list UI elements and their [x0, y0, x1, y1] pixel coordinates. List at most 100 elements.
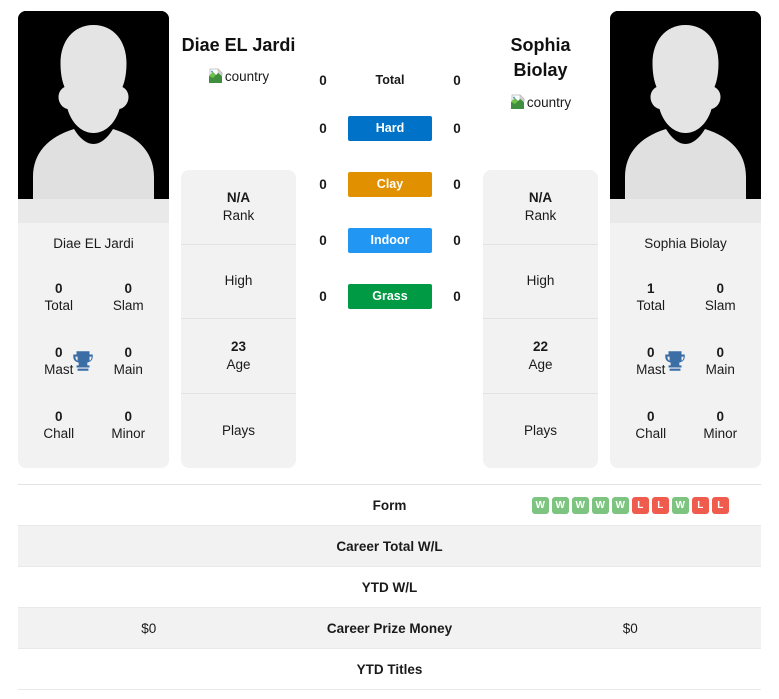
table-row-label: Form [372, 497, 407, 513]
stat-label: Main [113, 361, 143, 377]
stat-cell: 0 Chall [616, 393, 686, 457]
table-row-label: Career Total W/L [336, 538, 443, 554]
stat-value: 0 [716, 344, 724, 360]
stat-cell: 0 Mast [24, 329, 94, 393]
surface-value-right: 0 [453, 72, 461, 88]
stat-label: Total [636, 297, 666, 313]
player-photo-name-left: Diae EL Jardi [53, 236, 134, 251]
player-card-left: Diae EL Jardi 0 Total 0 Slam 0 Mast 0 Ma… [18, 11, 169, 468]
stat-cell: 0 Chall [24, 393, 94, 457]
stat-cell: 0 Minor [94, 393, 164, 457]
surface-value-left: 0 [319, 72, 327, 88]
stat-cell: 0 Slam [94, 265, 164, 329]
stat-cell: 0 Mast [616, 329, 686, 393]
form-badge-loss[interactable]: L [711, 496, 729, 514]
stat-label: Slam [704, 297, 736, 313]
surface-label-hard[interactable]: Hard [348, 115, 432, 141]
surface-row-indoor: 0 Indoor 0 [300, 212, 480, 268]
info-value: 23 [230, 338, 247, 354]
country-flag-right: country [483, 94, 598, 110]
info-row-plays: Plays [483, 394, 598, 469]
stat-value: 0 [646, 408, 655, 424]
table-row-label: YTD W/L [361, 579, 418, 595]
career-stats-table: Form W W W W W L L W L L Career Total W/L YTD W/L $0 C… [18, 484, 761, 690]
stat-cell: 1 Total [616, 265, 686, 329]
avatar-silhouette-icon [610, 11, 761, 223]
surface-comparison-list: 0 Total 0 0 Hard 0 0 Clay 0 0 Indoor 0 0 Grass 0 [300, 60, 480, 324]
surface-label-total: Total [375, 72, 405, 87]
surface-value-left: 0 [319, 288, 327, 304]
surface-row-clay: 0 Clay 0 [300, 156, 480, 212]
surface-label-clay[interactable]: Clay [348, 171, 432, 197]
form-badge-win[interactable]: W [531, 496, 549, 514]
stat-label: Total [44, 297, 74, 313]
form-badge-win[interactable]: W [611, 496, 629, 514]
info-value: N/A [528, 189, 553, 205]
surface-value-left: 0 [319, 232, 327, 248]
broken-image-icon [208, 68, 223, 83]
broken-image-icon [510, 94, 525, 109]
form-badge-win[interactable]: W [571, 496, 589, 514]
country-alt-text: country [526, 94, 572, 110]
info-row-rank: N/A Rank [483, 170, 598, 245]
form-badge-loss[interactable]: L [691, 496, 709, 514]
info-row-high: High [181, 245, 296, 319]
surface-value-right: 0 [453, 288, 461, 304]
surface-label-grass[interactable]: Grass [348, 283, 432, 309]
surface-value-right: 0 [453, 232, 461, 248]
surface-row-hard: 0 Hard 0 [300, 100, 480, 156]
form-badge-win[interactable]: W [671, 496, 689, 514]
stat-value: 0 [646, 344, 655, 360]
info-row-age: 23 Age [181, 319, 296, 394]
form-badge-loss[interactable]: L [651, 496, 669, 514]
info-label: Rank [524, 207, 557, 223]
stat-value: 1 [646, 280, 655, 296]
player-info-card-right: N/A Rank High 22 Age Plays [483, 170, 598, 468]
titles-grid-left: 0 Total 0 Slam 0 Mast 0 Main 0 Chall 0 M… [18, 265, 169, 457]
form-badge-loss[interactable]: L [631, 496, 649, 514]
surface-row-total: 0 Total 0 [300, 60, 480, 100]
info-row-rank: N/A Rank [181, 170, 296, 245]
form-badge-win[interactable]: W [551, 496, 569, 514]
stat-value: 0 [716, 408, 724, 424]
info-row-high: High [483, 245, 598, 319]
stat-value: 0 [124, 280, 132, 296]
country-flag-left: country [181, 68, 296, 84]
stat-label: Minor [703, 425, 738, 441]
info-label: Rank [222, 207, 255, 223]
info-label: Age [226, 356, 251, 372]
player-info-card-left: N/A Rank High 23 Age Plays [181, 170, 296, 468]
stat-label: Chall [635, 425, 667, 441]
stat-cell: 0 Minor [686, 393, 756, 457]
surface-value-left: 0 [319, 176, 327, 192]
surface-row-grass: 0 Grass 0 [300, 268, 480, 324]
stat-label: Mast [636, 361, 666, 377]
info-value: N/A [226, 189, 251, 205]
player-photo-left [18, 11, 169, 223]
stat-value: 0 [54, 344, 63, 360]
stat-label: Main [705, 361, 735, 377]
table-row: Career Total W/L [18, 526, 761, 567]
surface-value-left: 0 [319, 120, 327, 136]
stat-value: 0 [124, 408, 132, 424]
info-value: 22 [532, 338, 549, 354]
table-cell-right: $0 [622, 620, 638, 636]
table-row-label: Career Prize Money [326, 620, 453, 636]
player-name-right: Sophia Biolay [510, 35, 571, 80]
stat-cell: 0 Main [72, 329, 164, 393]
stat-value: 0 [716, 280, 724, 296]
info-label: High [224, 273, 253, 289]
player-name-left: Diae EL Jardi [181, 35, 296, 55]
surface-value-right: 0 [453, 120, 461, 136]
titles-grid-right: 1 Total 0 Slam 0 Mast 0 Main 0 Chall 0 M… [610, 265, 761, 457]
info-label: High [526, 273, 555, 289]
player-photo-name-right: Sophia Biolay [644, 236, 727, 251]
table-row: $0 Career Prize Money $0 [18, 608, 761, 649]
player-card-right: Sophia Biolay 1 Total 0 Slam 0 Mast 0 Ma… [610, 11, 761, 468]
player-comparison-section: Diae EL Jardi 0 Total 0 Slam 0 Mast 0 Ma… [0, 0, 779, 478]
info-label: Plays [221, 422, 255, 438]
stat-cell: 0 Total [24, 265, 94, 329]
form-badge-win[interactable]: W [591, 496, 609, 514]
surface-label-indoor[interactable]: Indoor [348, 227, 432, 253]
info-label: Plays [523, 422, 557, 438]
